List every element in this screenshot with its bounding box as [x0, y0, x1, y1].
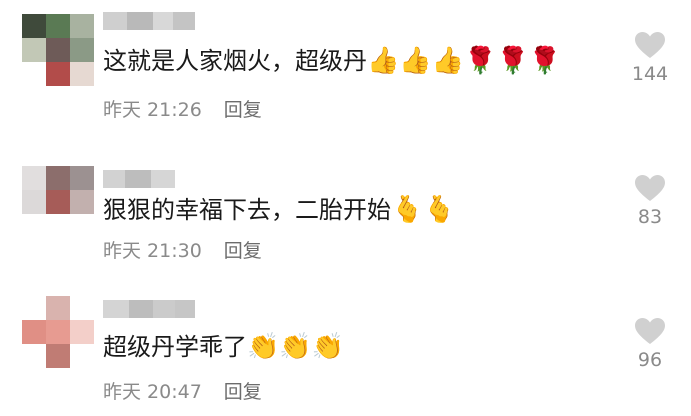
like-count: 83 — [637, 206, 663, 228]
comment-meta: 昨天 21:30 回复 — [103, 236, 262, 263]
finger-heart-emojis: 🫰🫰 — [391, 195, 456, 225]
thumbs-up-rose-emojis: 👍👍👍🌹🌹🌹 — [367, 46, 562, 76]
like-button[interactable]: 83 — [622, 174, 678, 228]
reply-button[interactable]: 回复 — [224, 381, 262, 403]
comment-text: 超级丹学乖了👏👏👏 — [103, 332, 345, 362]
timestamp: 昨天 21:30 — [103, 240, 202, 262]
comment-meta: 昨天 20:47 回复 — [103, 377, 262, 404]
username-blurred[interactable] — [103, 12, 195, 30]
like-button[interactable]: 144 — [622, 31, 678, 85]
timestamp: 昨天 20:47 — [103, 381, 202, 403]
reply-button[interactable]: 回复 — [224, 240, 262, 262]
username-blurred[interactable] — [103, 170, 175, 188]
avatar[interactable] — [22, 296, 94, 368]
reply-button[interactable]: 回复 — [224, 99, 262, 121]
avatar[interactable] — [22, 14, 94, 86]
like-count: 96 — [637, 349, 663, 371]
heart-icon[interactable] — [634, 174, 666, 202]
comment-text: 狠狠的幸福下去，二胎开始🫰🫰 — [103, 195, 456, 225]
comment-meta: 昨天 21:26 回复 — [103, 95, 262, 122]
avatar[interactable] — [22, 166, 94, 238]
comment-text: 这就是人家烟火，超级丹👍👍👍🌹🌹🌹 — [103, 46, 562, 76]
like-count: 144 — [631, 63, 669, 85]
username-blurred[interactable] — [103, 300, 195, 318]
timestamp: 昨天 21:26 — [103, 99, 202, 121]
like-button[interactable]: 96 — [622, 317, 678, 371]
heart-icon[interactable] — [634, 31, 666, 59]
clapping-hands-emojis: 👏👏👏 — [247, 332, 345, 362]
heart-icon[interactable] — [634, 317, 666, 345]
